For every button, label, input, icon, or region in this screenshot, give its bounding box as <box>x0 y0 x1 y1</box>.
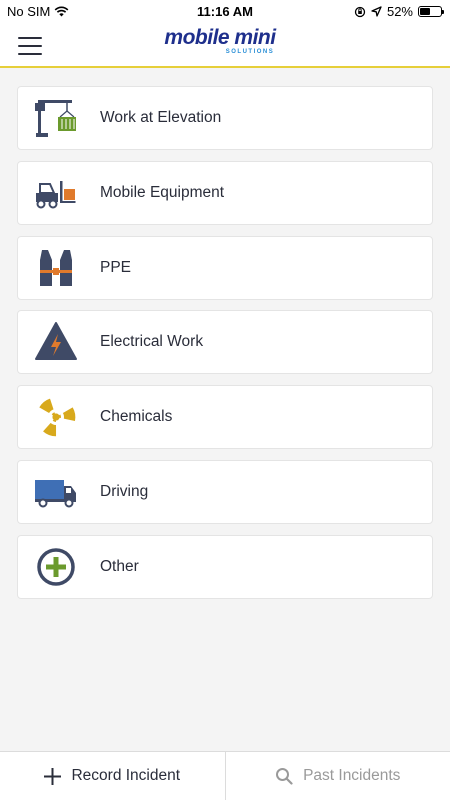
logo-sub-text: SOLUTIONS <box>225 49 275 55</box>
brand-logo: mobile mini SOLUTIONS <box>152 27 288 63</box>
safety-vest-icon <box>34 246 78 290</box>
status-bar: No SIM 11:16 AM 52% <box>0 0 450 22</box>
past-incidents-button[interactable]: Past Incidents <box>226 752 450 800</box>
battery-percent: 52% <box>386 4 413 19</box>
menu-line <box>18 53 42 55</box>
category-list: Work at Elevation Mobile Equipment PPE E… <box>17 86 433 610</box>
category-label: Mobile Equipment <box>100 183 225 201</box>
battery-fill <box>420 8 431 15</box>
menu-button[interactable] <box>18 37 42 55</box>
category-chemicals[interactable]: Chemicals <box>17 385 433 450</box>
category-electrical-work[interactable]: Electrical Work <box>17 310 433 375</box>
category-label: Electrical Work <box>100 333 204 351</box>
electrical-hazard-icon <box>34 320 78 364</box>
forklift-icon <box>34 171 78 215</box>
status-right: 52% <box>354 4 444 19</box>
plus-icon <box>44 767 62 785</box>
orientation-lock-icon <box>354 6 366 17</box>
category-label: Work at Elevation <box>100 109 222 126</box>
category-work-at-elevation[interactable]: Work at Elevation <box>17 86 433 150</box>
category-other[interactable]: Other <box>17 534 433 599</box>
category-label: Driving <box>100 482 149 500</box>
radiation-icon <box>34 395 78 439</box>
menu-line <box>18 37 42 39</box>
search-icon <box>276 768 293 785</box>
app-header: mobile mini SOLUTIONS <box>0 22 450 68</box>
truck-icon <box>34 470 78 514</box>
crane-container-icon <box>34 96 78 140</box>
battery-icon <box>418 6 444 17</box>
category-label: Chemicals <box>100 408 173 426</box>
category-label: PPE <box>100 258 132 276</box>
category-mobile-equipment[interactable]: Mobile Equipment <box>17 160 433 225</box>
logo-main-text: mobile mini <box>164 26 276 49</box>
location-arrow-icon <box>371 6 382 17</box>
record-incident-button[interactable]: Record Incident <box>0 752 226 800</box>
menu-line <box>18 45 42 47</box>
category-ppe[interactable]: PPE <box>17 235 433 300</box>
plus-circle-icon <box>34 545 78 589</box>
bottom-tab-bar: Record Incident Past Incidents <box>0 751 450 800</box>
record-incident-label: Record Incident <box>71 767 181 784</box>
category-label: Other <box>100 557 139 575</box>
past-incidents-label: Past Incidents <box>303 767 401 784</box>
category-driving[interactable]: Driving <box>17 459 433 524</box>
